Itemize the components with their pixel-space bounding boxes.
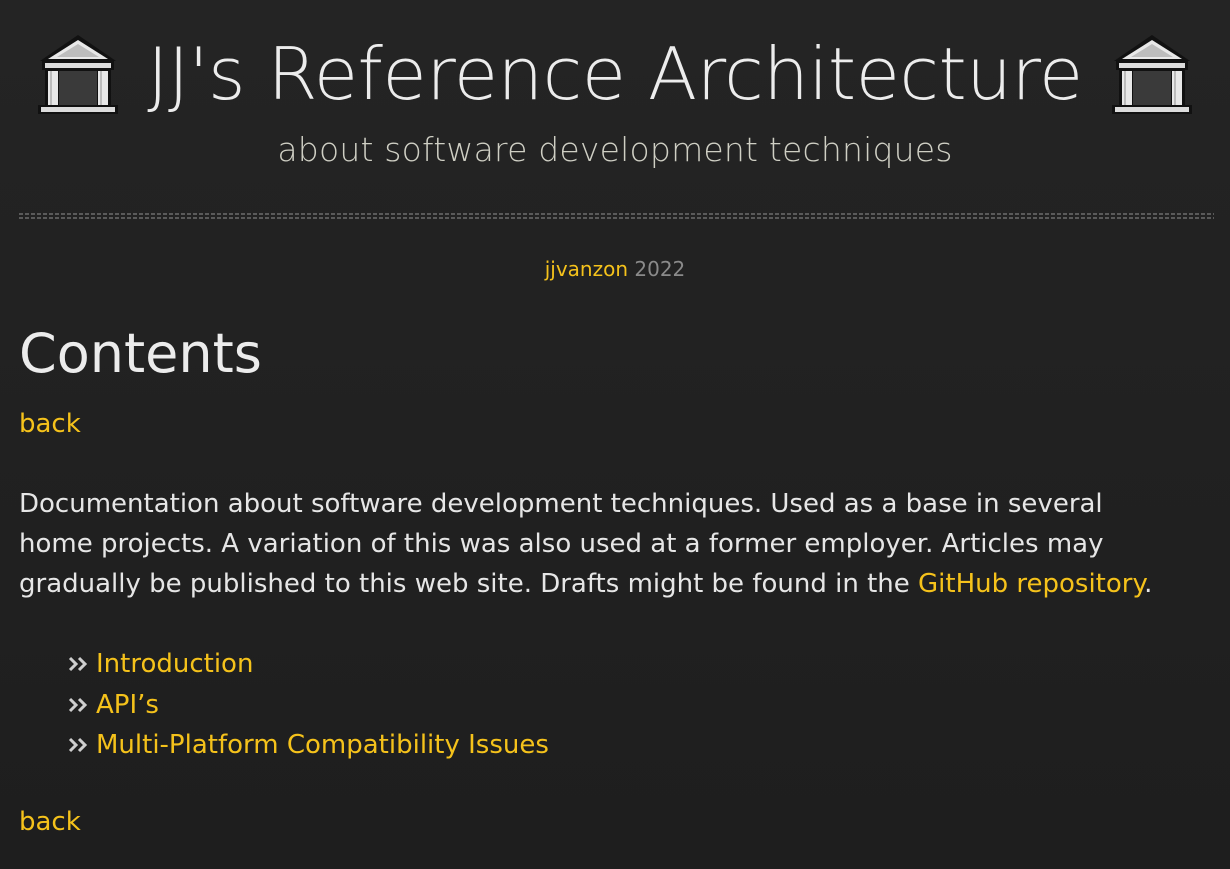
title-row: JJ's Reference Architecture [0,28,1230,120]
toc-link-apis[interactable]: API’s [96,690,159,720]
double-chevron-right-icon [68,697,88,712]
header-divider [19,213,1214,219]
site-title: JJ's Reference Architecture [147,32,1083,116]
intro-paragraph: Documentation about software development… [19,484,1179,604]
double-chevron-right-icon [68,657,88,672]
github-repository-link[interactable]: GitHub repository [918,569,1144,599]
toc-link-multi-platform[interactable]: Multi-Platform Compatibility Issues [96,730,549,760]
author-link[interactable]: jjvanzon [545,257,628,281]
classical-building-icon [1111,35,1192,114]
page-title: Contents [19,322,262,385]
byline: jjvanzon 2022 [0,257,1230,281]
site-header: JJ's Reference Architecture about softwa… [0,0,1230,200]
toc-item-introduction: Introduction [68,644,549,685]
site-subtitle: about software development techniques [277,130,953,169]
toc-item-apis: API’s [68,685,549,726]
toc-item-multi-platform: Multi-Platform Compatibility Issues [68,725,549,766]
double-chevron-right-icon [68,738,88,753]
publication-year: 2022 [634,257,686,281]
classical-building-icon [38,35,119,114]
table-of-contents: Introduction API’s Multi-Platform Compat… [68,644,549,766]
intro-text-end: . [1144,569,1153,599]
back-link-top[interactable]: back [19,409,81,440]
toc-link-introduction[interactable]: Introduction [96,649,253,679]
back-link-bottom[interactable]: back [19,807,81,838]
